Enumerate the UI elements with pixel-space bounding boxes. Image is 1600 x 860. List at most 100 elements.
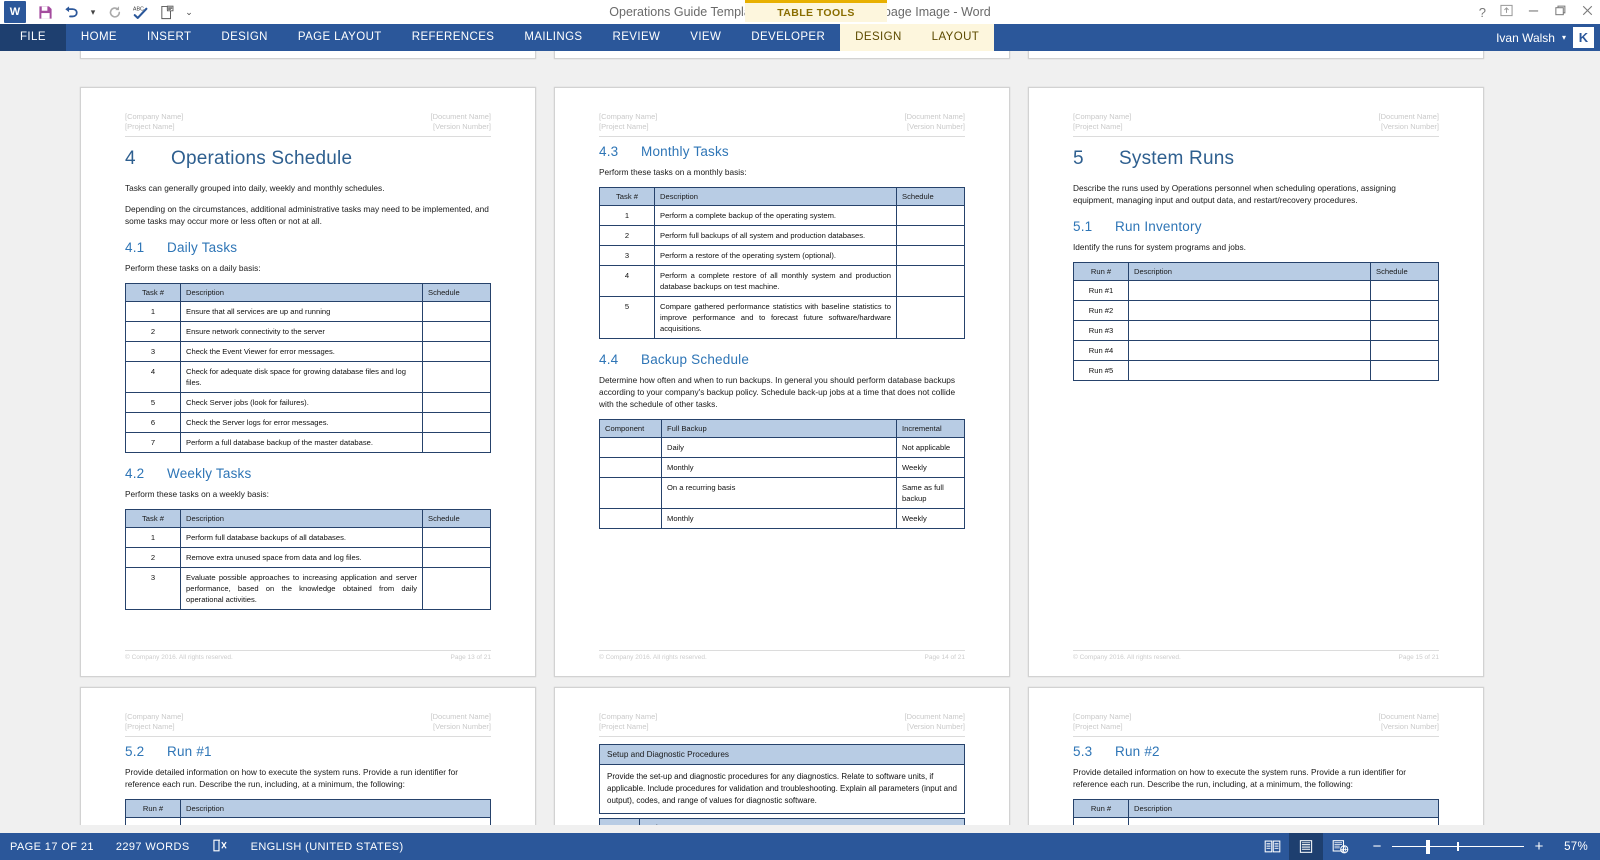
cell-component[interactable] [600, 438, 662, 458]
tab-page-layout[interactable]: PAGE LAYOUT [283, 24, 397, 51]
tab-file[interactable]: FILE [0, 24, 66, 51]
zoom-out-button[interactable]: − [1371, 838, 1383, 855]
table-backup-schedule[interactable]: Component Full Backup Incremental Daily … [599, 419, 965, 529]
cell-component[interactable] [600, 509, 662, 529]
cell-description[interactable] [181, 818, 491, 826]
cell-description[interactable]: Remove extra unused space from data and … [181, 548, 423, 568]
tab-view[interactable]: VIEW [675, 24, 736, 51]
cell-schedule[interactable] [423, 393, 491, 413]
web-layout-view-button[interactable] [1323, 833, 1357, 860]
cell-full-backup[interactable]: Daily [662, 438, 897, 458]
cell-description[interactable]: Check the Server logs for error messages… [181, 413, 423, 433]
cell-schedule[interactable] [423, 548, 491, 568]
page-14[interactable]: [Company Name] [Project Name] [Document … [554, 87, 1010, 677]
cell-schedule[interactable] [897, 246, 965, 266]
minimize-icon[interactable] [1527, 4, 1540, 20]
tab-developer[interactable]: DEVELOPER [736, 24, 840, 51]
cell-task-number[interactable]: 4 [600, 266, 655, 297]
save-icon[interactable] [32, 0, 58, 24]
read-mode-view-button[interactable] [1255, 833, 1289, 860]
page-12-bottom[interactable] [80, 51, 536, 59]
cell-task-number[interactable]: 2 [600, 226, 655, 246]
cell-description[interactable]: Perform a full database backup of the ma… [181, 433, 423, 453]
cell-schedule[interactable] [897, 266, 965, 297]
cell-schedule[interactable] [1371, 321, 1439, 341]
page-16[interactable]: [Company Name] [Project Name] [Document … [80, 687, 536, 825]
cell-run-number[interactable]: Run #1 [1074, 281, 1129, 301]
cell-schedule[interactable] [423, 413, 491, 433]
table-setup-and-diagnostic-procedures[interactable]: Setup and Diagnostic Procedures Provide … [599, 744, 965, 814]
cell-incremental[interactable]: Same as full backup [897, 478, 965, 509]
table-row[interactable] [126, 818, 491, 826]
cell-description[interactable]: Perform full backups of all system and p… [655, 226, 897, 246]
tab-references[interactable]: REFERENCES [397, 24, 510, 51]
document-canvas[interactable]: [Company Name] [Project Name] [Document … [0, 51, 1600, 825]
help-icon[interactable]: ? [1479, 5, 1486, 20]
table-row[interactable]: Monthly Weekly [600, 458, 965, 478]
table-row[interactable]: Monthly Weekly [600, 509, 965, 529]
table-row[interactable]: Daily Not applicable [600, 438, 965, 458]
table-actions[interactable]: # Action [599, 818, 965, 825]
cell-description[interactable]: Check for adequate disk space for growin… [181, 362, 423, 393]
cell-description[interactable]: Perform full database backups of all dat… [181, 528, 423, 548]
table-row[interactable]: 7 Perform a full database backup of the … [126, 433, 491, 453]
cell-run-number[interactable]: Run #4 [1074, 341, 1129, 361]
table-row[interactable]: Run #4 [1074, 341, 1439, 361]
cell-description[interactable]: Check Server jobs (look for failures). [181, 393, 423, 413]
cell-task-number[interactable]: 5 [600, 297, 655, 339]
cell-incremental[interactable]: Not applicable [897, 438, 965, 458]
cell-schedule[interactable] [423, 528, 491, 548]
account-area[interactable]: Ivan Walsh ▾ K [1496, 24, 1594, 51]
cell-schedule[interactable] [897, 206, 965, 226]
cell-description[interactable] [1129, 321, 1371, 341]
table-row[interactable]: 4 Check for adequate disk space for grow… [126, 362, 491, 393]
table-daily-tasks[interactable]: Task # Description Schedule 1 Ensure tha… [125, 283, 491, 453]
zoom-slider[interactable] [1392, 840, 1524, 854]
zoom-in-button[interactable]: + [1533, 838, 1545, 855]
tab-review[interactable]: REVIEW [598, 24, 676, 51]
cell-description[interactable]: Ensure that all services are up and runn… [181, 302, 423, 322]
cell-component[interactable] [600, 458, 662, 478]
table-row[interactable]: On a recurring basis Same as full backup [600, 478, 965, 509]
cell-description[interactable]: Evaluate possible approaches to increasi… [181, 568, 423, 610]
table-row[interactable]: 5 Check Server jobs (look for failures). [126, 393, 491, 413]
tab-table-design[interactable]: DESIGN [840, 24, 917, 51]
print-preview-icon[interactable] [154, 0, 180, 24]
cell-description[interactable]: Perform a restore of the operating syste… [655, 246, 897, 266]
table-row[interactable]: 4 Perform a complete restore of all mont… [600, 266, 965, 297]
word-count[interactable]: 2297 WORDS [116, 841, 190, 853]
page-10-bottom[interactable] [1028, 51, 1484, 59]
callout-body[interactable]: Provide the set-up and diagnostic proced… [600, 765, 965, 814]
table-row[interactable]: 1 Perform full database backups of all d… [126, 528, 491, 548]
table-row[interactable]: 5 Compare gathered performance statistic… [600, 297, 965, 339]
table-row[interactable]: 6 Check the Server logs for error messag… [126, 413, 491, 433]
tab-table-layout[interactable]: LAYOUT [917, 24, 995, 51]
tab-home[interactable]: HOME [66, 24, 132, 51]
cell-schedule[interactable] [1371, 361, 1439, 381]
cell-description[interactable] [1129, 301, 1371, 321]
ribbon-display-options-icon[interactable] [1500, 4, 1513, 20]
cell-run-number[interactable] [126, 818, 181, 826]
cell-schedule[interactable] [897, 226, 965, 246]
customize-quick-access-toolbar-icon[interactable]: ⌄ [180, 0, 198, 24]
redo-icon[interactable] [102, 0, 128, 24]
table-weekly-tasks[interactable]: Task # Description Schedule 1 Perform fu… [125, 509, 491, 610]
table-run-1[interactable]: Run # Description [125, 799, 491, 825]
cell-full-backup[interactable]: Monthly [662, 458, 897, 478]
table-row[interactable]: Run #1 [1074, 281, 1439, 301]
table-row[interactable]: Provide the set-up and diagnostic proced… [600, 765, 965, 814]
table-run-inventory[interactable]: Run # Description Schedule Run #1 Run #2 [1073, 262, 1439, 381]
cell-description[interactable]: Check the Event Viewer for error message… [181, 342, 423, 362]
cell-schedule[interactable] [1371, 341, 1439, 361]
cell-incremental[interactable]: Weekly [897, 509, 965, 529]
tab-design[interactable]: DESIGN [206, 24, 283, 51]
cell-run-number[interactable] [1074, 818, 1129, 826]
page-18[interactable]: [Company Name] [Project Name] [Document … [1028, 687, 1484, 825]
cell-run-number[interactable]: Run #3 [1074, 321, 1129, 341]
cell-description[interactable] [1129, 361, 1371, 381]
table-row[interactable]: Run #3 [1074, 321, 1439, 341]
cell-schedule[interactable] [1371, 301, 1439, 321]
cell-incremental[interactable]: Weekly [897, 458, 965, 478]
page-11-bottom[interactable] [554, 51, 1010, 59]
cell-component[interactable] [600, 478, 662, 509]
